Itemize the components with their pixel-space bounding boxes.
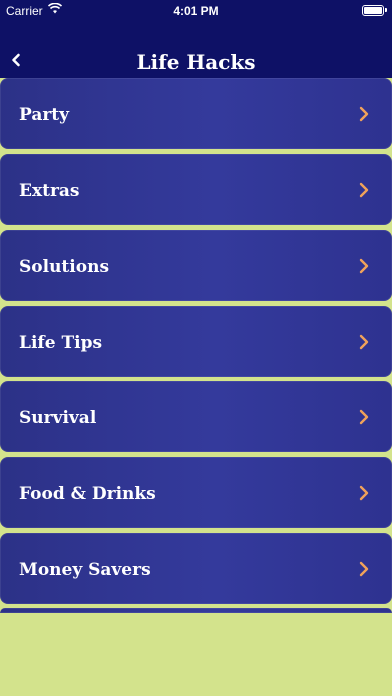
page-title: Life Hacks: [136, 50, 256, 74]
chevron-right-icon: [359, 334, 369, 350]
menu-item-money-savers[interactable]: Money Savers: [0, 533, 392, 604]
menu-item-label: Extras: [19, 181, 80, 201]
menu-item-label: Solutions: [19, 257, 110, 277]
menu-item-partial: [0, 608, 392, 613]
battery-icon: [362, 5, 387, 16]
menu-item-survival[interactable]: Survival: [0, 381, 392, 452]
menu-item-label: Food & Drinks: [19, 484, 156, 504]
chevron-right-icon: [359, 106, 369, 122]
chevron-right-icon: [359, 409, 369, 425]
menu-item-life-tips[interactable]: Life Tips: [0, 306, 392, 377]
menu-item-label: Survival: [19, 408, 97, 428]
menu-item-extras[interactable]: Extras: [0, 154, 392, 225]
menu-item-label: Life Tips: [19, 333, 103, 353]
chevron-right-icon: [359, 561, 369, 577]
menu-item-solutions[interactable]: Solutions: [0, 230, 392, 301]
menu-item-label: Money Savers: [19, 560, 151, 580]
status-time: 4:01 PM: [173, 4, 219, 18]
menu-item-label: Party: [19, 105, 70, 125]
chevron-right-icon: [359, 258, 369, 274]
navigation-bar: Life Hacks: [0, 22, 392, 78]
status-bar: Carrier 4:01 PM: [0, 0, 392, 22]
menu-item-food-drinks[interactable]: Food & Drinks: [0, 457, 392, 528]
chevron-right-icon: [359, 182, 369, 198]
chevron-right-icon: [359, 485, 369, 501]
menu-item-party[interactable]: Party: [0, 78, 392, 149]
